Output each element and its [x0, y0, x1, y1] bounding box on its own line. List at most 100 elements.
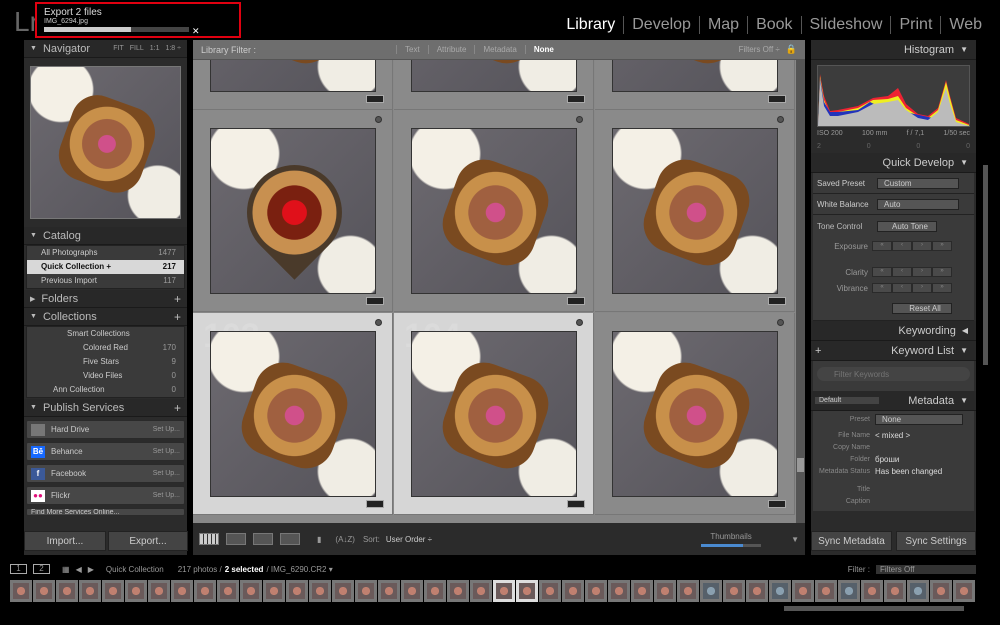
reset-all-button[interactable]: Reset All	[892, 303, 952, 314]
filmstrip-thumbnail[interactable]	[585, 580, 607, 602]
filmstrip-thumbnail[interactable]	[815, 580, 837, 602]
lock-icon[interactable]: 🔒	[786, 44, 797, 55]
quick-collection-dot-icon[interactable]	[777, 319, 784, 326]
filmstrip-thumbnail[interactable]	[769, 580, 791, 602]
grid-cell[interactable]	[595, 60, 795, 110]
filmstrip-thumbnail[interactable]	[355, 580, 377, 602]
metadata-view-select[interactable]: Default	[815, 397, 879, 404]
grid-cell[interactable]: 104	[394, 313, 594, 515]
zoom-1-1[interactable]: 1:1	[150, 45, 160, 52]
filmstrip-thumbnail[interactable]	[953, 580, 975, 602]
metadata-header[interactable]: Default Metadata ▼	[811, 391, 976, 411]
back-arrow-icon[interactable]: ◀	[76, 565, 82, 574]
module-map[interactable]: Map	[698, 16, 747, 34]
filmstrip-thumbnail[interactable]	[10, 580, 32, 602]
thumbnail-size-slider[interactable]	[701, 543, 762, 547]
photo-thumbnail[interactable]	[612, 128, 778, 294]
filmstrip-thumbnail[interactable]	[171, 580, 193, 602]
add-folder-icon[interactable]: +	[174, 292, 181, 306]
smart-collection-item[interactable]: Video Files 0	[27, 369, 184, 383]
filmstrip-thumbnail[interactable]	[148, 580, 170, 602]
photo-thumbnail[interactable]	[411, 60, 577, 92]
setup-link[interactable]: Set Up...	[153, 492, 180, 499]
filter-option[interactable]: Attribute	[427, 45, 475, 54]
saved-preset-select[interactable]: Custom	[877, 177, 959, 189]
grid-cell[interactable]	[394, 110, 594, 312]
filmstrip-thumbnail[interactable]	[33, 580, 55, 602]
collections-header[interactable]: ▼ Collections +	[24, 308, 187, 326]
publish-service[interactable]: Hard Drive Set Up...	[26, 420, 185, 439]
photo-thumbnail[interactable]	[210, 128, 376, 294]
metadata-value[interactable]: броши	[875, 454, 899, 466]
filmstrip-thumbnail[interactable]	[861, 580, 883, 602]
filmstrip-thumbnail[interactable]	[907, 580, 929, 602]
add-keyword-icon[interactable]: +	[811, 345, 821, 357]
filmstrip-thumbnail[interactable]	[447, 580, 469, 602]
module-print[interactable]: Print	[890, 16, 940, 34]
filmstrip-thumbnail[interactable]	[217, 580, 239, 602]
filmstrip-thumbnail[interactable]	[746, 580, 768, 602]
sync-metadata-button[interactable]: Sync Metadata	[811, 531, 892, 551]
grid-cell[interactable]	[193, 110, 393, 312]
source-label[interactable]: Quick Collection	[106, 565, 164, 574]
sync-settings-button[interactable]: Sync Settings	[896, 531, 976, 551]
filmstrip-thumbnail[interactable]	[263, 580, 285, 602]
smart-collections[interactable]: Smart Collections	[27, 327, 184, 341]
photo-thumbnail[interactable]	[411, 331, 577, 497]
filmstrip-thumbnail[interactable]	[378, 580, 400, 602]
filmstrip-thumbnail[interactable]	[286, 580, 308, 602]
module-web[interactable]: Web	[940, 16, 990, 34]
filter-keywords-input[interactable]	[817, 367, 970, 381]
quick-collection-dot-icon[interactable]	[375, 319, 382, 326]
filmstrip-thumbnail[interactable]	[194, 580, 216, 602]
navigator-preview[interactable]	[30, 66, 181, 219]
photo-thumbnail[interactable]	[612, 60, 778, 92]
publish-service[interactable]: ●● Flickr Set Up...	[26, 486, 185, 505]
sort-direction-icon[interactable]: (A↓Z)	[335, 535, 355, 544]
import-button[interactable]: Import...	[24, 531, 106, 551]
keyword-list-header[interactable]: + Keyword List ▼	[811, 341, 976, 361]
sort-select[interactable]: User Order ÷	[386, 535, 432, 544]
collection-ann[interactable]: Ann Collection 0	[27, 383, 184, 397]
add-collection-icon[interactable]: +	[174, 310, 181, 324]
setup-link[interactable]: Set Up...	[153, 470, 180, 477]
module-book[interactable]: Book	[747, 16, 800, 34]
zoom-fill[interactable]: FILL	[130, 45, 144, 52]
filmstrip-thumbnail[interactable]	[309, 580, 331, 602]
filmstrip-thumbnail[interactable]	[240, 580, 262, 602]
exposure-steppers[interactable]: «‹ ›»	[872, 241, 952, 251]
right-panel-scrollbar[interactable]	[983, 165, 988, 365]
metadata-preset-select[interactable]: None	[875, 414, 963, 425]
grid-view-icon[interactable]	[199, 533, 219, 545]
catalog-item[interactable]: All Photographs 1477	[27, 246, 184, 260]
smart-collection-item[interactable]: Five Stars 9	[27, 355, 184, 369]
publish-service[interactable]: Bē Behance Set Up...	[26, 442, 185, 461]
photo-thumbnail[interactable]	[210, 60, 376, 92]
module-library[interactable]: Library	[558, 16, 623, 34]
setup-link[interactable]: Set Up...	[153, 448, 180, 455]
survey-view-icon[interactable]	[280, 533, 300, 545]
folders-header[interactable]: ▶ Folders +	[24, 290, 187, 308]
filmstrip-thumbnail[interactable]	[654, 580, 676, 602]
filmstrip-thumbnail[interactable]	[677, 580, 699, 602]
clarity-steppers[interactable]: «‹ ›»	[872, 267, 952, 277]
grid-scrollbar[interactable]	[796, 60, 805, 523]
photo-thumbnail[interactable]	[210, 331, 376, 497]
zoom-fit[interactable]: FIT	[113, 45, 124, 52]
module-develop[interactable]: Develop	[623, 16, 699, 34]
metadata-value[interactable]: < mixed >	[875, 430, 910, 442]
export-button[interactable]: Export...	[108, 531, 188, 551]
toolbar-menu-icon[interactable]: ▼	[791, 535, 799, 544]
catalog-header[interactable]: ▼ Catalog	[24, 227, 187, 245]
add-publish-icon[interactable]: +	[174, 401, 181, 415]
vibrance-steppers[interactable]: «‹ ›»	[872, 283, 952, 293]
filmstrip-thumbnail[interactable]	[332, 580, 354, 602]
quick-collection-dot-icon[interactable]	[777, 116, 784, 123]
filmstrip-thumbnail[interactable]	[516, 580, 538, 602]
filmstrip-thumbnail[interactable]	[884, 580, 906, 602]
metadata-value[interactable]: Has been changed	[875, 466, 942, 478]
filter-option[interactable]: None	[524, 45, 562, 54]
grid-cell[interactable]	[595, 110, 795, 312]
filmstrip-thumbnail[interactable]	[102, 580, 124, 602]
publish-service[interactable]: f Facebook Set Up...	[26, 464, 185, 483]
